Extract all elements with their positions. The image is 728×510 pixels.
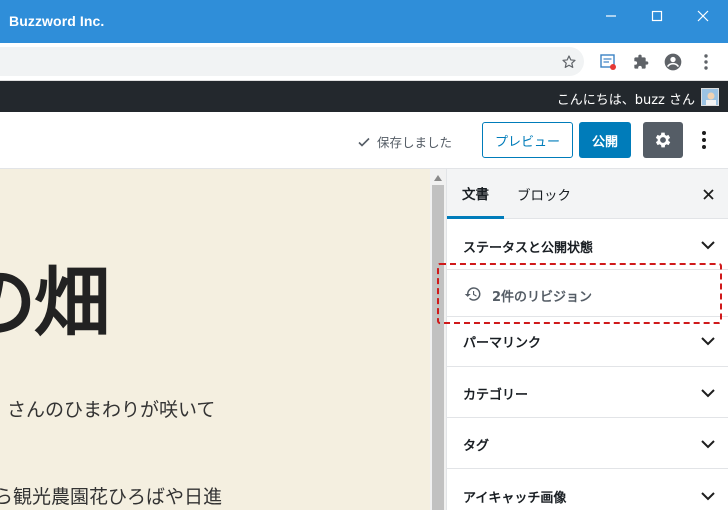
editor-header: 保存しました プレビュー 公開 [0,112,728,169]
maximize-icon [651,10,663,22]
editor-canvas[interactable]: の畑 さんのひまわりが咲いて ら観光農園花ひろばや日進 [0,169,430,510]
bookmark-star-button[interactable] [559,52,579,72]
panel-featured-image-label: アイキャッチ画像 [463,491,567,506]
post-title[interactable]: の畑 [0,241,110,351]
settings-sidebar: 文書 ブロック ステータスと公開状態 2件のリビジョン パーマリンク カテゴリー… [446,169,728,510]
panel-categories[interactable]: カテゴリー [447,367,728,418]
close-icon [702,188,714,200]
more-vertical-icon [702,131,706,149]
avatar[interactable] [701,88,719,106]
minimize-button[interactable] [588,0,634,32]
panel-tags-label: タグ [463,439,490,454]
chevron-down-icon [700,333,716,349]
panel-permalink[interactable]: パーマリンク [447,317,728,367]
address-bar[interactable] [0,47,584,76]
preview-button[interactable]: プレビュー [482,122,573,158]
panel-permalink-label: パーマリンク [463,336,542,351]
star-icon [562,55,576,68]
chevron-down-icon [700,237,716,253]
maximize-button[interactable] [634,0,680,32]
puzzle-icon [634,54,649,69]
extension-translate-icon [600,54,616,70]
paragraph-block[interactable]: さんのひまわりが咲いて [7,395,215,422]
avatar-image [702,89,718,105]
account-button[interactable] [663,52,683,72]
publish-button[interactable]: 公開 [579,122,631,158]
panel-status-label: ステータスと公開状態 [463,241,594,256]
browser-menu-button[interactable] [696,52,716,72]
saved-label: 保存しました [377,135,453,150]
window-title: Buzzword Inc. [9,13,105,29]
scrollbar-thumb[interactable] [432,185,444,510]
highlight-annotation [437,263,722,324]
triangle-up-icon [434,175,442,181]
browser-titlebar: Buzzword Inc. [0,0,728,43]
tab-document[interactable]: 文書 [447,169,504,219]
tab-block[interactable]: ブロック [517,169,577,219]
saved-status: 保存しました [357,132,452,151]
user-greeting[interactable]: こんにちは、buzz さん [557,89,695,108]
panel-featured-image[interactable]: アイキャッチ画像 [447,469,728,510]
wp-admin-bar: こんにちは、buzz さん [0,81,728,112]
close-window-button[interactable] [680,0,726,32]
gear-icon [655,132,671,148]
screen: Buzzword Inc. こんにちは、buzz さん 保存しました プレビュー… [0,0,728,510]
extensions-button[interactable] [631,52,651,72]
scroll-up-button[interactable] [430,172,446,184]
close-icon [697,10,709,22]
settings-button[interactable] [643,122,683,158]
minimize-icon [606,15,616,17]
paragraph-block[interactable]: ら観光農園花ひろばや日進 [0,482,222,509]
sidebar-tabs: 文書 ブロック [447,169,728,219]
panel-tags[interactable]: タグ [447,418,728,469]
close-sidebar-button[interactable] [699,185,717,203]
menu-dots-icon [704,54,708,70]
check-icon [358,137,370,147]
more-tools-button[interactable] [692,122,716,158]
chevron-down-icon [700,385,716,401]
extension-translate-button[interactable] [598,52,618,72]
chevron-down-icon [700,436,716,452]
account-icon [664,53,682,71]
browser-toolbar [0,43,728,81]
chevron-down-icon [700,488,716,504]
panel-categories-label: カテゴリー [463,388,529,403]
